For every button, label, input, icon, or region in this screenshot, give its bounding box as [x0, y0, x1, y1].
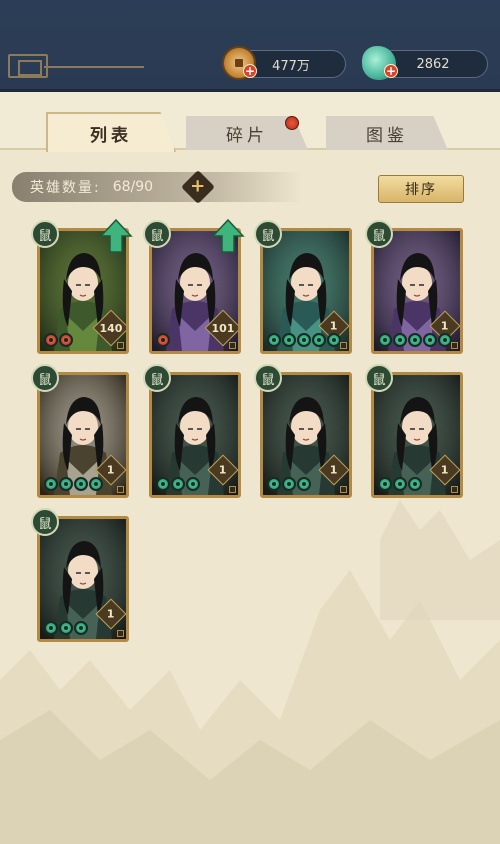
green-gem-icon — [297, 333, 311, 347]
faction-badge: 鼠 — [254, 364, 282, 392]
hero-count-value: 68/90 — [112, 179, 154, 195]
level-value: 140 — [99, 321, 123, 335]
faction-badge: 鼠 — [31, 508, 59, 536]
level-value: 1 — [441, 319, 449, 333]
green-gem-icon — [327, 333, 341, 347]
tab-gallery[interactable]: 图鉴 — [326, 116, 448, 150]
green-gem-icon — [438, 333, 452, 347]
coin-amount: 477万 — [272, 58, 310, 74]
level-value: 1 — [330, 463, 338, 477]
corner-ornament-icon — [117, 342, 124, 349]
top-resource-bar — [0, 0, 500, 92]
sort-button-label: 排序 — [405, 182, 437, 198]
green-gem-icon — [378, 333, 392, 347]
star-gems — [44, 477, 103, 491]
green-gem-icon — [378, 477, 392, 491]
green-gem-icon — [59, 477, 73, 491]
faction-badge: 鼠 — [365, 220, 393, 248]
red-gem-icon — [44, 333, 58, 347]
hero-card[interactable]: 1 — [371, 372, 463, 498]
level-value: 1 — [219, 463, 227, 477]
green-gem-icon — [74, 621, 88, 635]
corner-ornament-icon — [340, 486, 347, 493]
corner-ornament-icon — [229, 342, 236, 349]
green-gem-icon — [393, 333, 407, 347]
corner-ornament-icon — [229, 486, 236, 493]
add-coins-button[interactable]: + — [243, 64, 257, 78]
green-gem-icon — [282, 333, 296, 347]
hero-card[interactable]: 1 — [37, 516, 129, 642]
faction-badge: 鼠 — [365, 364, 393, 392]
green-gem-icon — [186, 477, 200, 491]
faction-badge: 鼠 — [254, 220, 282, 248]
green-gem-icon — [297, 477, 311, 491]
corner-ornament-icon — [117, 486, 124, 493]
green-gem-icon — [89, 477, 103, 491]
star-gems — [378, 477, 422, 491]
corner-ornament-icon — [117, 630, 124, 637]
hero-card[interactable]: 1 — [260, 228, 352, 354]
tab-list[interactable]: 列表 — [46, 112, 176, 152]
faction-badge: 鼠 — [143, 364, 171, 392]
green-gem-icon — [423, 333, 437, 347]
level-value: 1 — [441, 463, 449, 477]
green-gem-icon — [267, 333, 281, 347]
corner-ornament-icon — [451, 342, 458, 349]
plus-icon: + — [190, 176, 206, 197]
level-value: 1 — [330, 319, 338, 333]
green-gem-icon — [156, 477, 170, 491]
tab-list-label: 列表 — [90, 125, 132, 146]
faction-badge: 鼠 — [31, 364, 59, 392]
tab-fragments-label: 碎片 — [226, 125, 268, 146]
upgrade-arrow-icon — [99, 218, 133, 253]
level-value: 101 — [211, 321, 235, 335]
star-gems — [156, 333, 170, 347]
star-gems — [267, 477, 311, 491]
hero-card[interactable]: 1 — [149, 372, 241, 498]
faction-badge: 鼠 — [31, 220, 59, 248]
cloud-ornament-icon — [0, 50, 150, 78]
hero-card[interactable]: 1 — [371, 228, 463, 354]
hero-card[interactable]: 1 — [37, 372, 129, 498]
star-gems — [378, 333, 452, 347]
corner-ornament-icon — [451, 486, 458, 493]
green-gem-icon — [312, 333, 326, 347]
green-gem-icon — [282, 477, 296, 491]
star-gems — [44, 333, 73, 347]
star-gems — [44, 621, 88, 635]
notification-dot-icon — [285, 116, 299, 130]
add-jade-button[interactable]: + — [384, 64, 398, 78]
hero-card[interactable]: 1 — [260, 372, 352, 498]
faction-badge: 鼠 — [143, 220, 171, 248]
green-gem-icon — [59, 621, 73, 635]
corner-ornament-icon — [340, 342, 347, 349]
green-gem-icon — [44, 621, 58, 635]
upgrade-arrow-icon — [211, 218, 245, 253]
green-gem-icon — [44, 477, 58, 491]
green-gem-icon — [74, 477, 88, 491]
sort-button[interactable]: 排序 — [378, 175, 464, 203]
red-gem-icon — [59, 333, 73, 347]
green-gem-icon — [171, 477, 185, 491]
level-value: 1 — [107, 463, 115, 477]
star-gems — [267, 333, 341, 347]
hero-count-bar: 英雄数量: 68/90 — [12, 172, 302, 202]
level-value: 1 — [107, 607, 115, 621]
jade-amount: 2862 — [416, 56, 450, 72]
star-gems — [156, 477, 200, 491]
tab-gallery-label: 图鉴 — [366, 125, 408, 146]
green-gem-icon — [267, 477, 281, 491]
green-gem-icon — [408, 477, 422, 491]
red-gem-icon — [156, 333, 170, 347]
green-gem-icon — [408, 333, 422, 347]
hero-count-label: 英雄数量: — [30, 180, 101, 196]
green-gem-icon — [393, 477, 407, 491]
